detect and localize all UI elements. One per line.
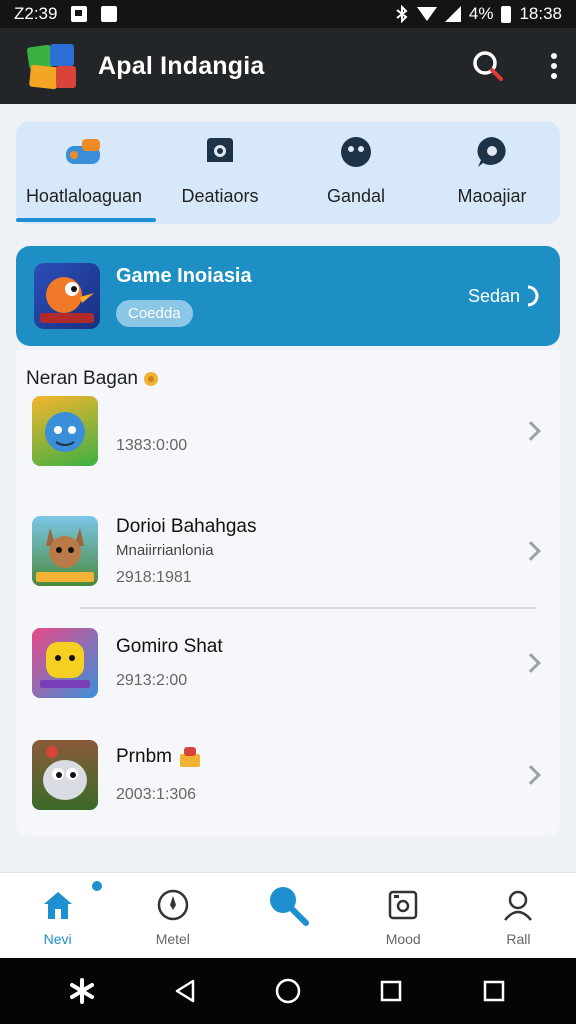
tab-label: Maoajiar [457, 186, 527, 206]
nav-home[interactable]: Nevi [0, 873, 115, 958]
controller-icon [62, 134, 106, 170]
item-subtitle: Mnaiirrianlonia [116, 541, 214, 559]
game-list: Neran Bagan 1383:0:00 Dorioi Bahahgas Mn… [16, 350, 560, 836]
search-icon [473, 51, 503, 81]
chat-icon [475, 134, 509, 170]
camera-frame-icon [387, 887, 419, 923]
overview-button[interactable] [474, 971, 514, 1011]
featured-banner[interactable]: Game Inoiasia Coedda Sedan [16, 246, 560, 346]
battery-percent: 4% [468, 4, 494, 23]
item-title: Dorioi Bahahgas [116, 515, 257, 537]
item-title-label: Prnbm [116, 746, 172, 767]
item-title: Gomiro Shat [116, 636, 223, 657]
system-nav [0, 958, 576, 1024]
game-thumbnail [32, 396, 98, 466]
bluetooth-icon [396, 5, 408, 23]
item-text: 1383:0:00 [116, 437, 187, 455]
system-menu-button[interactable] [62, 971, 102, 1011]
app-title: Apal Indangia [98, 51, 265, 80]
item-meta: 2913:2:00 [116, 672, 188, 689]
chevron-right-icon [521, 765, 541, 785]
nav-rall[interactable]: Rall [461, 873, 576, 958]
app-bar: Apal Indangia [0, 28, 576, 104]
notification-square-icon [101, 6, 118, 22]
search-button[interactable] [470, 48, 506, 84]
tab-hoatlaloaguan[interactable]: Hoatlaloaguan [16, 122, 156, 224]
tab-label: Gandal [326, 186, 386, 206]
battery-icon [501, 5, 512, 23]
tab-maoajiar[interactable]: Maoajiar [424, 122, 560, 224]
recents-button[interactable] [371, 971, 411, 1011]
game-thumbnail [32, 740, 98, 810]
recents-icon [380, 980, 402, 1002]
refresh-icon [527, 285, 539, 307]
nav-search[interactable] [230, 873, 345, 958]
home-circle-icon [275, 978, 301, 1004]
notification-dot [92, 881, 102, 891]
chevron-right-icon [521, 421, 541, 441]
square-icon [484, 980, 505, 1002]
game-thumbnail [32, 516, 98, 586]
nav-mood[interactable]: Mood [346, 873, 461, 958]
asterisk-icon [69, 978, 94, 1004]
gift-icon [179, 747, 200, 767]
more-options-button[interactable] [550, 52, 558, 80]
status-right: 4% 18:38 [395, 4, 562, 24]
app-logo-icon [26, 40, 78, 92]
back-button[interactable] [165, 971, 205, 1011]
item-title: Prnbm [116, 746, 202, 768]
status-bar: Z2:39 4% 18:38 [0, 0, 576, 28]
tab-deatiaors[interactable]: Deatiaors [152, 122, 288, 224]
home-icon [41, 887, 75, 923]
back-icon [175, 979, 195, 1003]
search-icon [264, 887, 312, 926]
item-text: Prnbm 2003:1:306 [116, 746, 202, 804]
nav-label: Metel [155, 931, 190, 947]
category-tabs: Hoatlaloaguan Deatiaors Gandal Maoajiar [16, 122, 560, 224]
list-item[interactable]: 1383:0:00 [16, 376, 560, 486]
list-item[interactable]: Prnbm 2003:1:306 [16, 720, 560, 830]
home-system-button[interactable] [268, 971, 308, 1011]
bottom-nav: Nevi Metel Mood Rall [0, 872, 576, 958]
item-meta: 2918:1981 [116, 568, 192, 586]
list-item[interactable]: Dorioi Bahahgas Mnaiirrianlonia 2918:198… [16, 496, 560, 606]
chevron-right-icon [521, 541, 541, 561]
nav-label: Mood [385, 931, 421, 947]
banner-action-button[interactable]: Sedan [468, 284, 542, 308]
tab-label: Deatiaors [181, 186, 259, 206]
item-text: Gomiro Shat 2913:2:00 [116, 636, 223, 690]
nav-metel[interactable]: Metel [115, 873, 230, 958]
banner-text: Game Inoiasia Coedda [116, 265, 252, 327]
nav-label: Rall [506, 931, 531, 947]
signal-icon [444, 6, 461, 22]
status-time-left: Z2:39 [14, 4, 58, 23]
compass-icon [156, 887, 190, 923]
game-thumbnail [34, 263, 100, 329]
nav-label: Nevi [43, 931, 72, 947]
wifi-icon [416, 7, 437, 21]
camera-icon [203, 134, 237, 170]
notification-icon [71, 6, 88, 22]
list-item[interactable]: Gomiro Shat 2913:2:00 [16, 608, 560, 718]
app-actions [470, 48, 558, 84]
face-icon [339, 134, 373, 170]
tab-gandal[interactable]: Gandal [288, 122, 424, 224]
item-meta: 2003:1:306 [116, 786, 197, 803]
chevron-right-icon [521, 653, 541, 673]
more-vert-icon [551, 53, 557, 79]
item-meta: 1383:0:00 [116, 437, 188, 454]
tab-label: Hoatlaloaguan [25, 186, 143, 206]
banner-badge: Coedda [116, 300, 193, 327]
game-thumbnail [32, 628, 98, 698]
status-left: Z2:39 [14, 4, 118, 24]
item-text: Dorioi Bahahgas Mnaiirrianlonia 2918:198… [116, 516, 256, 587]
banner-title: Game Inoiasia [116, 265, 252, 287]
status-time-right: 18:38 [519, 4, 562, 23]
user-icon [501, 887, 535, 923]
banner-action-label: Sedan [467, 285, 520, 306]
